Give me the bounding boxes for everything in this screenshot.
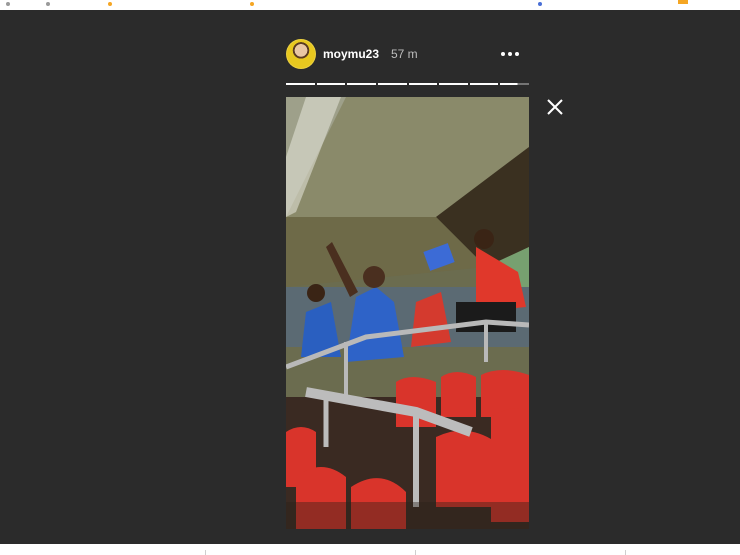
top-strip-mark — [108, 2, 112, 6]
bottom-strip-divider — [625, 550, 626, 555]
progress-segment — [316, 83, 346, 85]
story-header: moymu23 57 m — [286, 38, 529, 70]
top-strip-mark — [46, 2, 50, 6]
stadium-fans-scene — [286, 97, 529, 529]
story-username[interactable]: moymu23 — [323, 47, 379, 61]
browser-bottom-strip — [0, 544, 740, 555]
story-timestamp: 57 m — [391, 47, 418, 61]
top-strip-mark — [538, 2, 542, 6]
progress-segment-current — [500, 83, 529, 85]
top-strip-accent — [678, 0, 688, 4]
progress-segment — [347, 83, 376, 85]
story-video-frame[interactable] — [286, 97, 529, 529]
profile-avatar[interactable] — [286, 39, 316, 69]
progress-segment — [469, 83, 499, 85]
progress-segment — [286, 83, 315, 85]
bottom-strip-divider — [415, 550, 416, 555]
story-progress-bar — [286, 83, 529, 85]
bottom-strip-divider — [205, 550, 206, 555]
browser-top-strip — [0, 0, 740, 10]
more-options-icon[interactable] — [498, 44, 522, 64]
progress-segment — [439, 83, 468, 85]
top-strip-mark — [250, 2, 254, 6]
progress-segment — [408, 83, 438, 85]
top-strip-mark — [6, 2, 10, 6]
progress-segment — [377, 83, 407, 85]
close-icon[interactable] — [545, 97, 565, 117]
